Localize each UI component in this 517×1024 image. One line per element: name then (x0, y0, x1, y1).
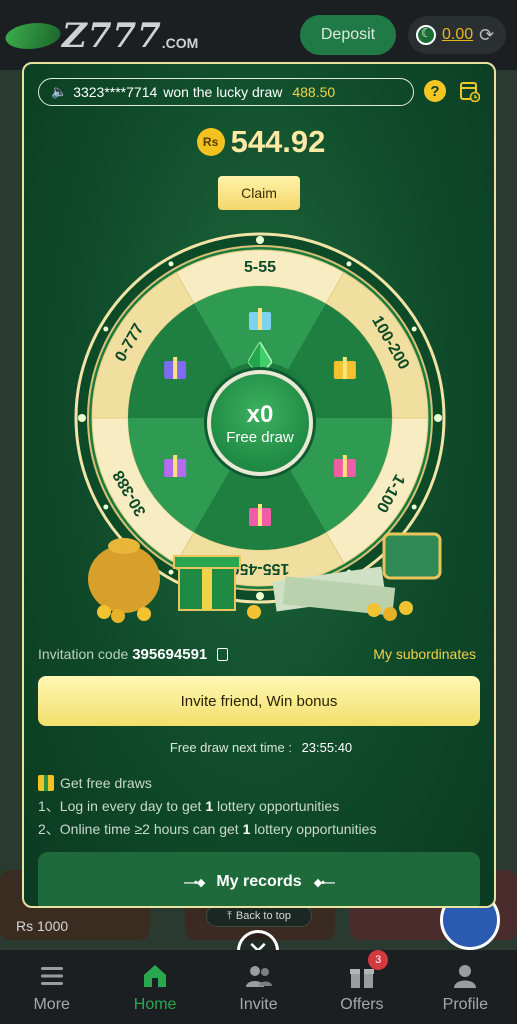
rule-2-prefix: 2、Online time ≥2 hours can get (38, 821, 239, 837)
logo[interactable]: Z777 .COM (1, 14, 206, 58)
rim-sparkle (78, 414, 86, 422)
rule-2-count: 1 (242, 821, 251, 837)
rupee-coin-icon: Rs (196, 128, 225, 156)
rim-sparkle (168, 261, 174, 267)
prize-amount: 544.92 (230, 124, 326, 159)
treasure-decoration (88, 532, 442, 623)
treasure-chest-icon (382, 532, 442, 580)
back-to-top-label: Back to top (235, 910, 291, 922)
free-draw-button[interactable]: x0 Free draw (207, 370, 313, 476)
records-label: My records (216, 873, 302, 890)
prize-amount-row: Rs 544.92 (24, 122, 494, 162)
refresh-icon[interactable]: ⟳ (479, 25, 494, 46)
pakistan-flag-icon (416, 25, 436, 45)
bottom-nav: More Home Invite 3 Offers Profile (0, 950, 517, 1024)
rule-1-count: 1 (205, 798, 214, 814)
help-icon[interactable]: ? (424, 80, 446, 102)
rule-1-prefix: 1、Log in every day to get (38, 798, 202, 814)
claim-button[interactable]: Claim (218, 176, 300, 210)
rim-sparkle (434, 414, 442, 422)
nav-offers[interactable]: 3 Offers (310, 950, 413, 1024)
free-draw-rules: Get free draws 1、Log in every day to get… (38, 772, 376, 841)
lucky-draw-modal: 🔈 3323****7714 won the lucky draw 488.50… (22, 62, 496, 908)
nav-home-label: Home (133, 996, 177, 1013)
rim-sparkle (256, 236, 264, 244)
menu-icon (40, 967, 63, 985)
rim-sparkle (103, 504, 109, 510)
my-subordinates-link[interactable]: My subordinates (373, 646, 476, 662)
top-header: Z777 .COM Deposit 0.00 ⟳ (0, 0, 517, 70)
nav-offers-label: Offers (340, 996, 384, 1013)
next-draw-time: 23:55:40 (301, 740, 353, 755)
copy-icon[interactable] (217, 648, 229, 661)
invitation-code-value: 395694591 (132, 646, 208, 663)
winner-ticker: 🔈 3323****7714 won the lucky draw 488.50 (38, 78, 414, 106)
logo-text: Z777 (62, 16, 162, 56)
free-draw-count: x0 (246, 400, 274, 428)
rim-sparkle (411, 326, 417, 332)
arrow-up-icon: ⤒ (227, 909, 232, 922)
ticker-message: won the lucky draw (163, 84, 283, 100)
home-icon (144, 965, 167, 987)
invite-icon (245, 966, 272, 987)
wheel-segment-label: 5-55 (244, 259, 276, 276)
ticker-user: 3323****7714 (73, 84, 158, 100)
gift-icon (38, 775, 54, 791)
rim-sparkle (346, 261, 352, 267)
rules-title: Get free draws (60, 775, 152, 791)
invitation-code-row: Invitation code 395694591 (38, 646, 229, 663)
money-bag-icon (88, 545, 160, 613)
invitation-code-label: Invitation code (38, 646, 129, 662)
nav-more-label: More (33, 996, 70, 1013)
rim-sparkle (411, 504, 417, 510)
next-draw-timer: Free draw next time : 23:55:40 (24, 740, 494, 755)
records-right-ornament-icon: ◆•— (313, 876, 335, 889)
nav-profile[interactable]: Profile (414, 950, 517, 1024)
next-draw-label: Free draw next time : (169, 740, 292, 755)
background-rs-label: Rs 1000 (16, 918, 69, 934)
ticker-amount: 488.50 (292, 84, 336, 100)
speaker-icon: 🔈 (51, 84, 68, 99)
balance-value: 0.00 (442, 26, 474, 43)
calendar-history-icon[interactable] (460, 80, 480, 102)
free-draw-label: Free draw (226, 428, 294, 446)
nav-invite-label: Invite (239, 996, 278, 1013)
nav-invite[interactable]: Invite (207, 950, 310, 1024)
back-to-top-button[interactable]: ⤒ Back to top (206, 905, 312, 927)
balance-pill[interactable]: 0.00 ⟳ (408, 16, 506, 54)
nav-profile-label: Profile (442, 996, 488, 1013)
nav-more[interactable]: More (0, 950, 103, 1024)
offers-badge: 3 (368, 950, 389, 970)
my-records-button[interactable]: —•◆ My records ◆•— (38, 852, 480, 906)
rule-1-suffix: lottery opportunities (217, 798, 340, 814)
deposit-button[interactable]: Deposit (300, 15, 396, 55)
logo-mark-icon (1, 23, 65, 49)
invite-friend-button[interactable]: Invite friend, Win bonus (38, 676, 480, 726)
logo-suffix: .COM (161, 35, 199, 51)
records-left-ornament-icon: —•◆ (184, 876, 205, 889)
profile-icon (454, 965, 477, 988)
rule-2-suffix: lottery opportunities (254, 821, 377, 837)
rim-sparkle (103, 326, 109, 332)
nav-home[interactable]: Home (103, 950, 206, 1024)
